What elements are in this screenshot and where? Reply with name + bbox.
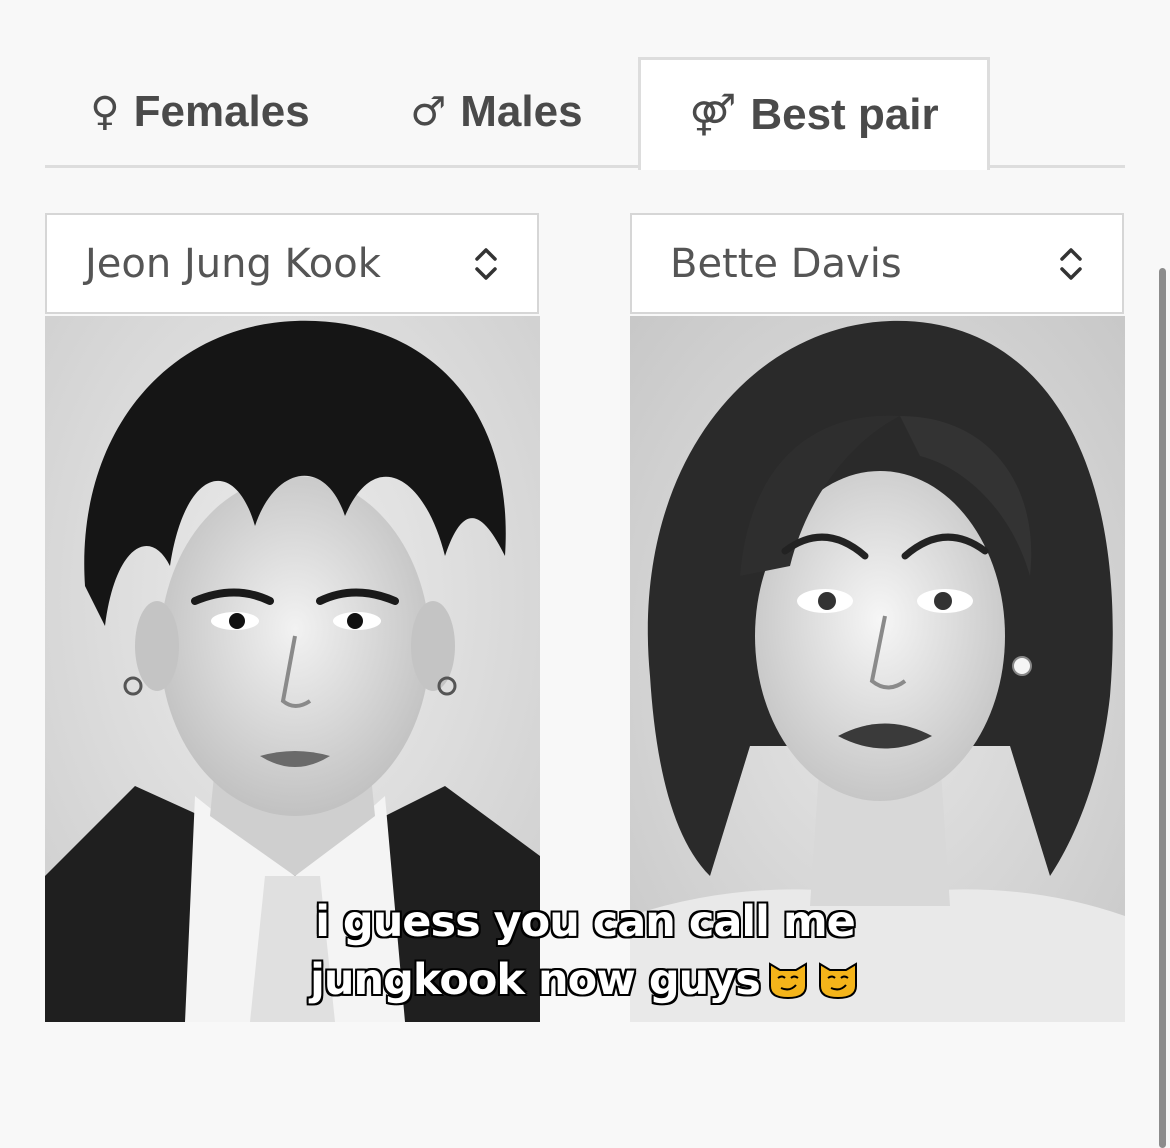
tab-females-label: Females <box>133 87 310 136</box>
caption-line-2: jungkook now guys <box>310 955 761 1005</box>
pair-symbol-icon: ⚤ <box>689 92 737 138</box>
tab-females[interactable]: ♀ Females <box>45 57 355 167</box>
male-symbol-icon: ♂ <box>410 89 447 135</box>
vertical-scrollbar[interactable] <box>1159 268 1166 1148</box>
left-person-select[interactable]: Jeon Jung Kook <box>45 213 539 314</box>
video-caption: i guess you can call me jungkook now guy… <box>0 893 1170 1009</box>
caption-line-2-wrap: jungkook now guys <box>0 951 1170 1009</box>
caption-line-1: i guess you can call me <box>315 897 856 947</box>
left-person-select-value: Jeon Jung Kook <box>85 240 381 287</box>
tab-best-pair[interactable]: ⚤ Best pair <box>638 57 990 170</box>
female-symbol-icon: ♀ <box>90 89 120 135</box>
right-person-select-value: Bette Davis <box>670 240 902 287</box>
tab-males-label: Males <box>460 87 583 136</box>
smirking-cat-emoji-icon <box>818 962 857 1000</box>
up-down-chevron-icon <box>475 247 497 280</box>
tab-males[interactable]: ♂ Males <box>355 57 638 167</box>
up-down-chevron-icon <box>1060 247 1082 280</box>
smirking-cat-emoji-icon <box>768 962 807 1000</box>
tab-best-pair-label: Best pair <box>750 90 939 139</box>
right-person-select[interactable]: Bette Davis <box>630 213 1124 314</box>
